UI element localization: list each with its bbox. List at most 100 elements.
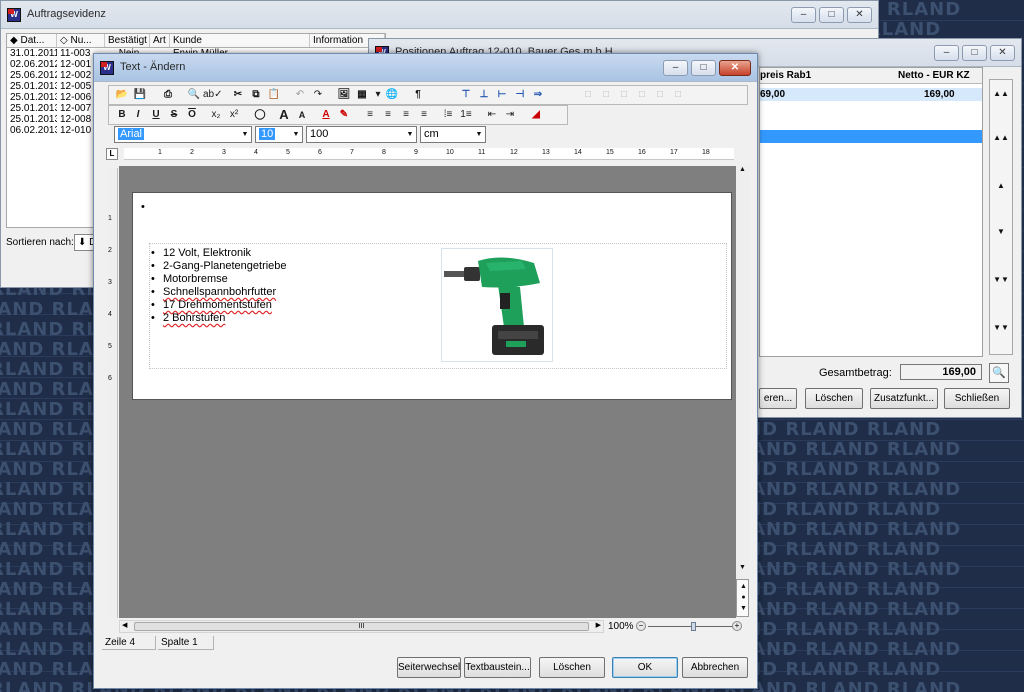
align-right-icon[interactable]: ≡: [397, 107, 415, 123]
find-icon[interactable]: 🔍: [185, 87, 203, 103]
browse-object-icon[interactable]: ●: [738, 594, 749, 601]
undo-icon[interactable]: ↶: [291, 87, 309, 103]
strikethrough-icon[interactable]: S: [165, 107, 183, 123]
text-block-button[interactable]: Textbaustein...: [464, 657, 531, 678]
minimize-button[interactable]: –: [791, 7, 816, 23]
font-size-select[interactable]: 10 ▼: [255, 126, 303, 143]
scroll-left-icon[interactable]: ◀: [122, 621, 127, 629]
maximize-button[interactable]: □: [819, 7, 844, 23]
border-box-icon[interactable]: □: [579, 87, 597, 103]
first-item-icon[interactable]: ▲▲: [992, 84, 1010, 104]
text-edit-window[interactable]: W Text - Ändern – □ ✕ 📂 💾 ⎙ 🔍 ab✓ ✂ ⧉ 📋 …: [93, 53, 758, 689]
prev-page-icon[interactable]: ▲: [738, 583, 749, 590]
horizontal-scrollbar[interactable]: ◀ III ▶: [119, 620, 604, 633]
delete-position-button[interactable]: Löschen: [805, 388, 863, 409]
scroll-right-icon[interactable]: ▶: [596, 621, 601, 629]
page-up-icon[interactable]: ▲▲: [992, 128, 1010, 148]
page-break-button[interactable]: Seiterwechsel: [397, 657, 461, 678]
align-left-icon[interactable]: ≡: [361, 107, 379, 123]
print-icon[interactable]: ⎙: [159, 87, 177, 103]
close-button[interactable]: ✕: [847, 7, 872, 23]
column-header-customer[interactable]: Kunde: [170, 34, 310, 47]
superscript-icon[interactable]: x²: [225, 107, 243, 123]
decrease-indent-icon[interactable]: ⇤: [483, 107, 501, 123]
binoculars-icon[interactable]: ◯: [251, 107, 269, 123]
border-box-icon[interactable]: □: [669, 87, 687, 103]
font-shrink-icon[interactable]: A: [293, 107, 311, 123]
fill-color-icon[interactable]: ◢: [527, 107, 545, 123]
page-down-icon[interactable]: ▼▼: [992, 270, 1010, 290]
pilcrow-icon[interactable]: ¶: [409, 87, 427, 103]
document-canvas[interactable]: 12 Volt, Elektronik2-Gang-Planetengetrie…: [119, 166, 736, 618]
maximize-button[interactable]: □: [962, 45, 987, 61]
vertical-ruler[interactable]: 1 2 3 4 5 6: [106, 168, 118, 618]
highlight-icon[interactable]: ✎: [335, 107, 353, 123]
down-icon[interactable]: ▼: [992, 222, 1010, 242]
vertical-scrollbar[interactable]: ▲ ▼ ▲ ● ▼: [736, 166, 749, 618]
document-page[interactable]: 12 Volt, Elektronik2-Gang-Planetengetrie…: [132, 192, 732, 400]
horizontal-ruler[interactable]: 1 2 3 4 5 6 7 8 9 10 11 12 13 14 15 16 17 18: [124, 148, 734, 160]
column-header-confirmed[interactable]: Bestätigt: [105, 34, 150, 47]
font-grow-icon[interactable]: A: [275, 107, 293, 123]
table-row-selected[interactable]: [760, 130, 982, 143]
tab-stop-selector[interactable]: L: [106, 148, 118, 160]
border-box-icon[interactable]: □: [651, 87, 669, 103]
scroll-up-icon[interactable]: ▲: [737, 166, 748, 173]
open-folder-icon[interactable]: 📂: [113, 87, 131, 103]
cancel-button[interactable]: Abbrechen: [682, 657, 748, 678]
table-merge-icon[interactable]: ⊣: [511, 87, 529, 103]
up-icon[interactable]: ▲: [992, 176, 1010, 196]
redo-icon[interactable]: ↷: [309, 87, 327, 103]
table-split-icon[interactable]: ⊢: [493, 87, 511, 103]
minimize-button[interactable]: –: [663, 60, 688, 76]
save-icon[interactable]: 💾: [131, 87, 149, 103]
italic-icon[interactable]: I: [129, 107, 147, 123]
overline-icon[interactable]: O: [183, 107, 201, 123]
increase-indent-icon[interactable]: ⇥: [501, 107, 519, 123]
justify-icon[interactable]: ≡: [415, 107, 433, 123]
last-item-icon[interactable]: ▼▼: [992, 318, 1010, 338]
extra-functions-button[interactable]: Zusatzfunkt...: [870, 388, 938, 409]
unit-select[interactable]: cm ▼: [420, 126, 486, 143]
scroll-down-icon[interactable]: ▼: [737, 564, 748, 571]
border-box-icon[interactable]: □: [615, 87, 633, 103]
hyperlink-icon[interactable]: 🌐: [383, 87, 401, 103]
positions-list[interactable]: preis Rab1 Netto - EUR KZ 69,00 169,00: [759, 67, 983, 357]
zoom-select[interactable]: 100 ▼: [306, 126, 417, 143]
paste-icon[interactable]: 📋: [265, 87, 283, 103]
column-header-number[interactable]: ◇ Nu...: [57, 34, 105, 47]
underline-icon[interactable]: U: [147, 107, 165, 123]
print-preview-icon[interactable]: 🔍: [989, 363, 1009, 383]
subscript-icon[interactable]: x₂: [207, 107, 225, 123]
zoom-control[interactable]: 100% − +: [608, 620, 748, 633]
table-properties-icon[interactable]: ⇒: [529, 87, 547, 103]
table-row[interactable]: 69,00 169,00: [760, 88, 982, 101]
orders-titlebar[interactable]: W Auftragsevidenz – □ ✕: [1, 1, 878, 29]
close-positions-button[interactable]: Schließen: [944, 388, 1010, 409]
spellcheck-icon[interactable]: ab✓: [203, 87, 223, 103]
font-family-select[interactable]: Arial ▼: [114, 126, 252, 143]
partial-button[interactable]: eren...: [759, 388, 797, 409]
close-button[interactable]: ✕: [719, 60, 751, 76]
font-color-icon[interactable]: A: [317, 107, 335, 123]
border-box-icon[interactable]: □: [633, 87, 651, 103]
column-header-date[interactable]: ◆ Dat...: [7, 34, 57, 47]
zoom-slider-handle[interactable]: [691, 622, 696, 631]
column-header-type[interactable]: Art: [150, 34, 170, 47]
minimize-button[interactable]: –: [934, 45, 959, 61]
insert-image-icon[interactable]: 🖼: [335, 87, 353, 103]
bullet-list-icon[interactable]: ⁞≡: [439, 107, 457, 123]
column-header-price[interactable]: preis Rab1: [760, 68, 811, 83]
text-edit-titlebar[interactable]: W Text - Ändern – □ ✕: [94, 54, 757, 82]
align-center-icon[interactable]: ≡: [379, 107, 397, 123]
column-header-net[interactable]: Netto - EUR KZ: [898, 68, 970, 83]
maximize-button[interactable]: □: [691, 60, 716, 76]
product-image[interactable]: [441, 248, 553, 362]
table-insert-row-icon[interactable]: ⊤: [457, 87, 475, 103]
numbered-list-icon[interactable]: 1≡: [457, 107, 475, 123]
next-page-icon[interactable]: ▼: [738, 605, 749, 612]
close-button[interactable]: ✕: [990, 45, 1015, 61]
border-box-icon[interactable]: □: [597, 87, 615, 103]
ok-button[interactable]: OK: [612, 657, 678, 678]
table-insert-column-icon[interactable]: ⊥: [475, 87, 493, 103]
